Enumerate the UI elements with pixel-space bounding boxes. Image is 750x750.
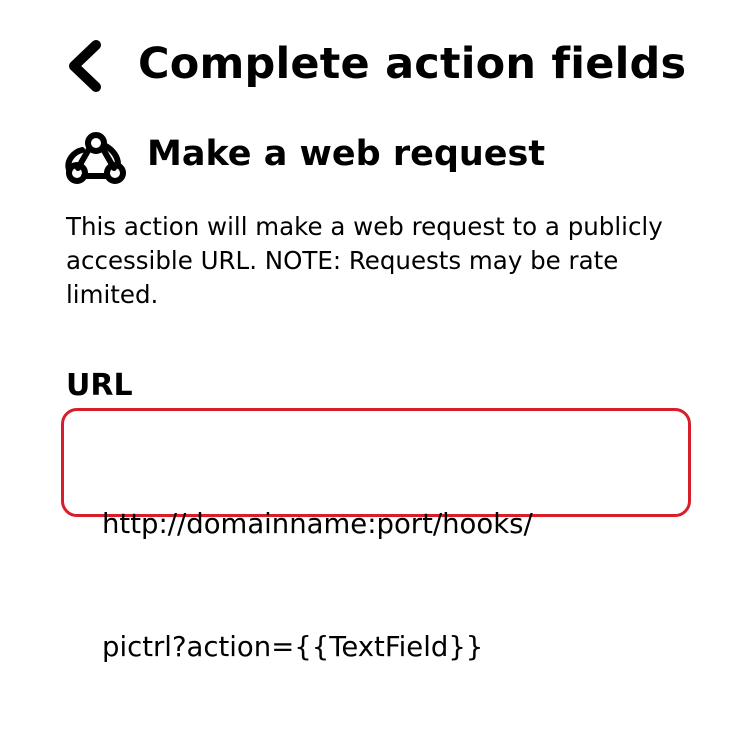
url-input[interactable]: http://domainname:port/hooks/ pictrl?act…: [61, 408, 691, 663]
action-header: Make a web request: [64, 128, 704, 190]
chevron-left-icon: [69, 40, 101, 92]
url-value-line-2: pictrl?action={{TextField}}: [102, 631, 484, 663]
webhook-icon: [65, 132, 126, 184]
page-title: Complete action fields: [138, 39, 687, 89]
back-button[interactable]: [58, 38, 110, 94]
url-input-value[interactable]: http://domainname:port/hooks/ pictrl?act…: [102, 422, 662, 750]
action-description: This action will make a web request to a…: [66, 212, 663, 309]
url-field-label: URL: [66, 368, 133, 403]
url-value-line-1: http://domainname:port/hooks/: [102, 508, 533, 540]
action-name: Make a web request: [147, 134, 546, 174]
page-header: Complete action fields: [0, 0, 750, 130]
